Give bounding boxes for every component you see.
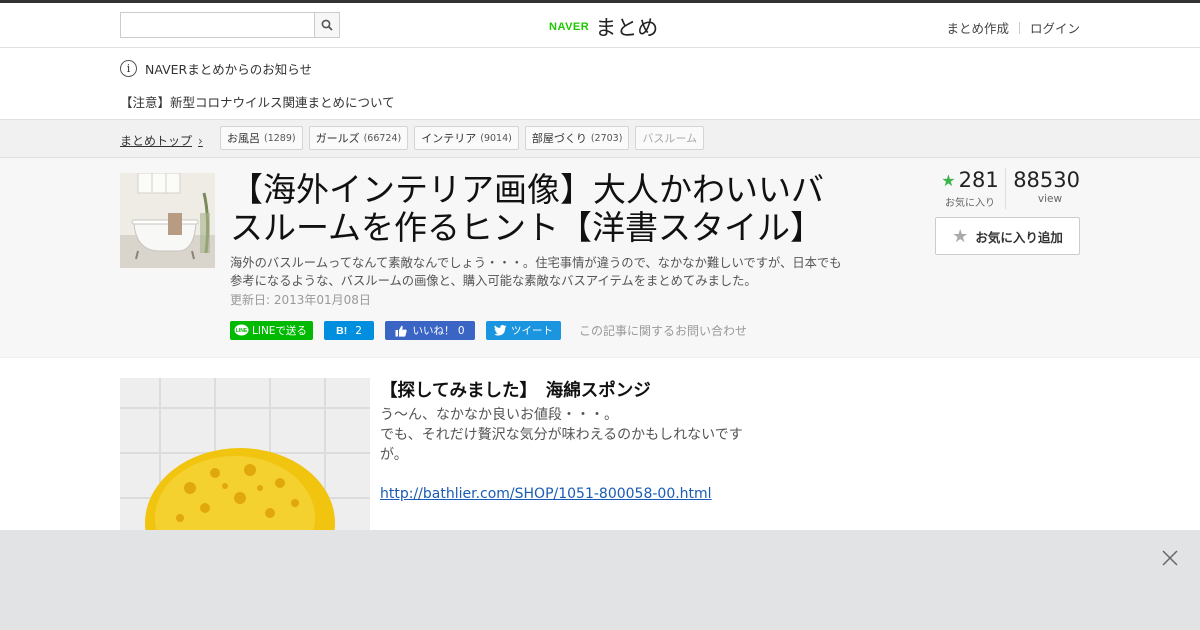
notice-heading: NAVERまとめからのお知らせ [145, 62, 312, 77]
line-share-label: LINEで送る [252, 325, 307, 337]
favorites-stat: ★ 281 お気に入り [935, 168, 1006, 209]
header-nav: まとめ作成 ログイン [946, 18, 1080, 37]
tag-count: (66724) [363, 132, 402, 144]
add-favorite-label: お気に入り追加 [975, 229, 1063, 245]
views-label: view [1037, 193, 1063, 205]
breadcrumb-top-link[interactable]: まとめトップ › [120, 132, 203, 149]
logo-brand: NAVER [549, 21, 590, 33]
breadcrumb-top-label: まとめトップ [120, 134, 193, 148]
create-matome-link[interactable]: まとめ作成 [946, 18, 1009, 37]
ad-banner [0, 530, 1200, 630]
sponge-photo [120, 378, 370, 538]
tag-count: (1289) [264, 132, 296, 144]
article-thumbnail [120, 173, 215, 268]
site-header: NAVER まとめ まとめ作成 ログイン [0, 3, 1200, 48]
logo-name: まとめ [595, 16, 659, 40]
tag-label: 部屋づくり [531, 132, 587, 145]
tag-bathroom: バスルーム [635, 126, 705, 150]
tag-ofuro[interactable]: お風呂 (1289) [220, 126, 303, 150]
sponge-image [120, 378, 370, 538]
tag-label: インテリア [421, 132, 477, 145]
article-title: 【海外インテリア画像】大人かわいいバスルームを作るヒント【洋書スタイル】 [230, 170, 824, 247]
notice-section: i NAVERまとめからのお知らせ 【注意】新型コロナウイルス関連まとめについて [0, 48, 1200, 120]
site-logo[interactable]: NAVER まとめ [549, 12, 658, 42]
article-stats: ★ 281 お気に入り 88530 view [935, 168, 1080, 209]
facebook-like-label: いいね！ 0 [412, 325, 465, 337]
tag-interior[interactable]: インテリア (9014) [414, 126, 519, 150]
star-icon: ★ [952, 225, 969, 247]
article-updated: 更新日: 2013年01月08日 [230, 293, 371, 307]
tweet-label: ツイート [511, 325, 553, 337]
add-favorite-button[interactable]: ★ お気に入り追加 [935, 217, 1080, 255]
hatena-count: 2 [355, 324, 362, 337]
line-icon: LINE [234, 324, 249, 336]
inquiry-link[interactable]: この記事に関するお問い合わせ [579, 322, 747, 339]
article-content: 【探してみました】 海綿スポンジ う～ん、なかなか良いお値段・・・。 でも、それ… [0, 358, 1200, 538]
nav-divider [1018, 21, 1020, 34]
article-description: 海外のバスルームってなんて素敵なんでしょう・・・。住宅事情が違うので、なかなか難… [230, 256, 842, 288]
hatena-bookmark-button[interactable]: B! 2 [324, 321, 374, 340]
tag-count: (9014) [480, 132, 512, 144]
favorites-label: お気に入り [945, 198, 995, 209]
tag-girls[interactable]: ガールズ (66724) [308, 126, 409, 150]
views-count: 88530 [1013, 168, 1080, 192]
tweet-button[interactable]: ツイート [486, 321, 561, 340]
thumbs-up-icon [395, 325, 408, 337]
tag-label: バスルーム [642, 132, 698, 145]
favorites-count-row: ★ 281 [935, 168, 1005, 192]
article-header: 【海外インテリア画像】大人かわいいバスルームを作るヒント【洋書スタイル】 海外の… [0, 158, 1200, 358]
item-body: う～ん、なかなか良いお値段・・・。 でも、それだけ贅沢な気分が味わえるのかもしれ… [380, 407, 743, 463]
breadcrumb: まとめトップ › お風呂 (1289) ガールズ (66724) インテリア (… [0, 120, 1200, 158]
search-button[interactable] [314, 13, 339, 37]
hatena-icon: B! [336, 324, 348, 337]
search-input[interactable] [121, 13, 314, 37]
tag-label: ガールズ [315, 132, 360, 145]
search-icon [321, 19, 333, 31]
info-icon: i [120, 60, 137, 77]
line-share-button[interactable]: LINE LINEで送る [230, 321, 313, 340]
category-tags: お風呂 (1289) ガールズ (66724) インテリア (9014) 部屋づ… [220, 126, 710, 150]
ad-close-button[interactable] [1160, 548, 1180, 568]
item-link[interactable]: http://bathlier.com/SHOP/1051-800058-00.… [380, 486, 712, 502]
chevron-right-icon: › [198, 133, 203, 148]
views-stat: 88530 view [1006, 168, 1080, 209]
tag-count: (2703) [590, 132, 623, 144]
close-icon [1162, 550, 1178, 566]
favorites-count: 281 [958, 168, 999, 192]
tag-label: お風呂 [227, 132, 260, 145]
bathtub-image [120, 173, 215, 268]
tag-heyazukuri[interactable]: 部屋づくり (2703) [524, 126, 630, 150]
svg-text:LINE: LINE [236, 328, 248, 334]
search-box [120, 12, 340, 38]
item-title: 【探してみました】 海綿スポンジ [380, 381, 651, 401]
star-icon: ★ [941, 170, 956, 190]
facebook-like-button[interactable]: いいね！ 0 [385, 321, 475, 340]
twitter-bird-icon [494, 325, 507, 336]
login-link[interactable]: ログイン [1030, 18, 1080, 37]
notice-heading-row: i NAVERまとめからのお知らせ [120, 59, 312, 78]
notice-link[interactable]: 【注意】新型コロナウイルス関連まとめについて [120, 92, 395, 111]
share-buttons: LINE LINEで送る B! 2 いいね！ 0 ツイート この記事に関するお問… [230, 321, 747, 340]
